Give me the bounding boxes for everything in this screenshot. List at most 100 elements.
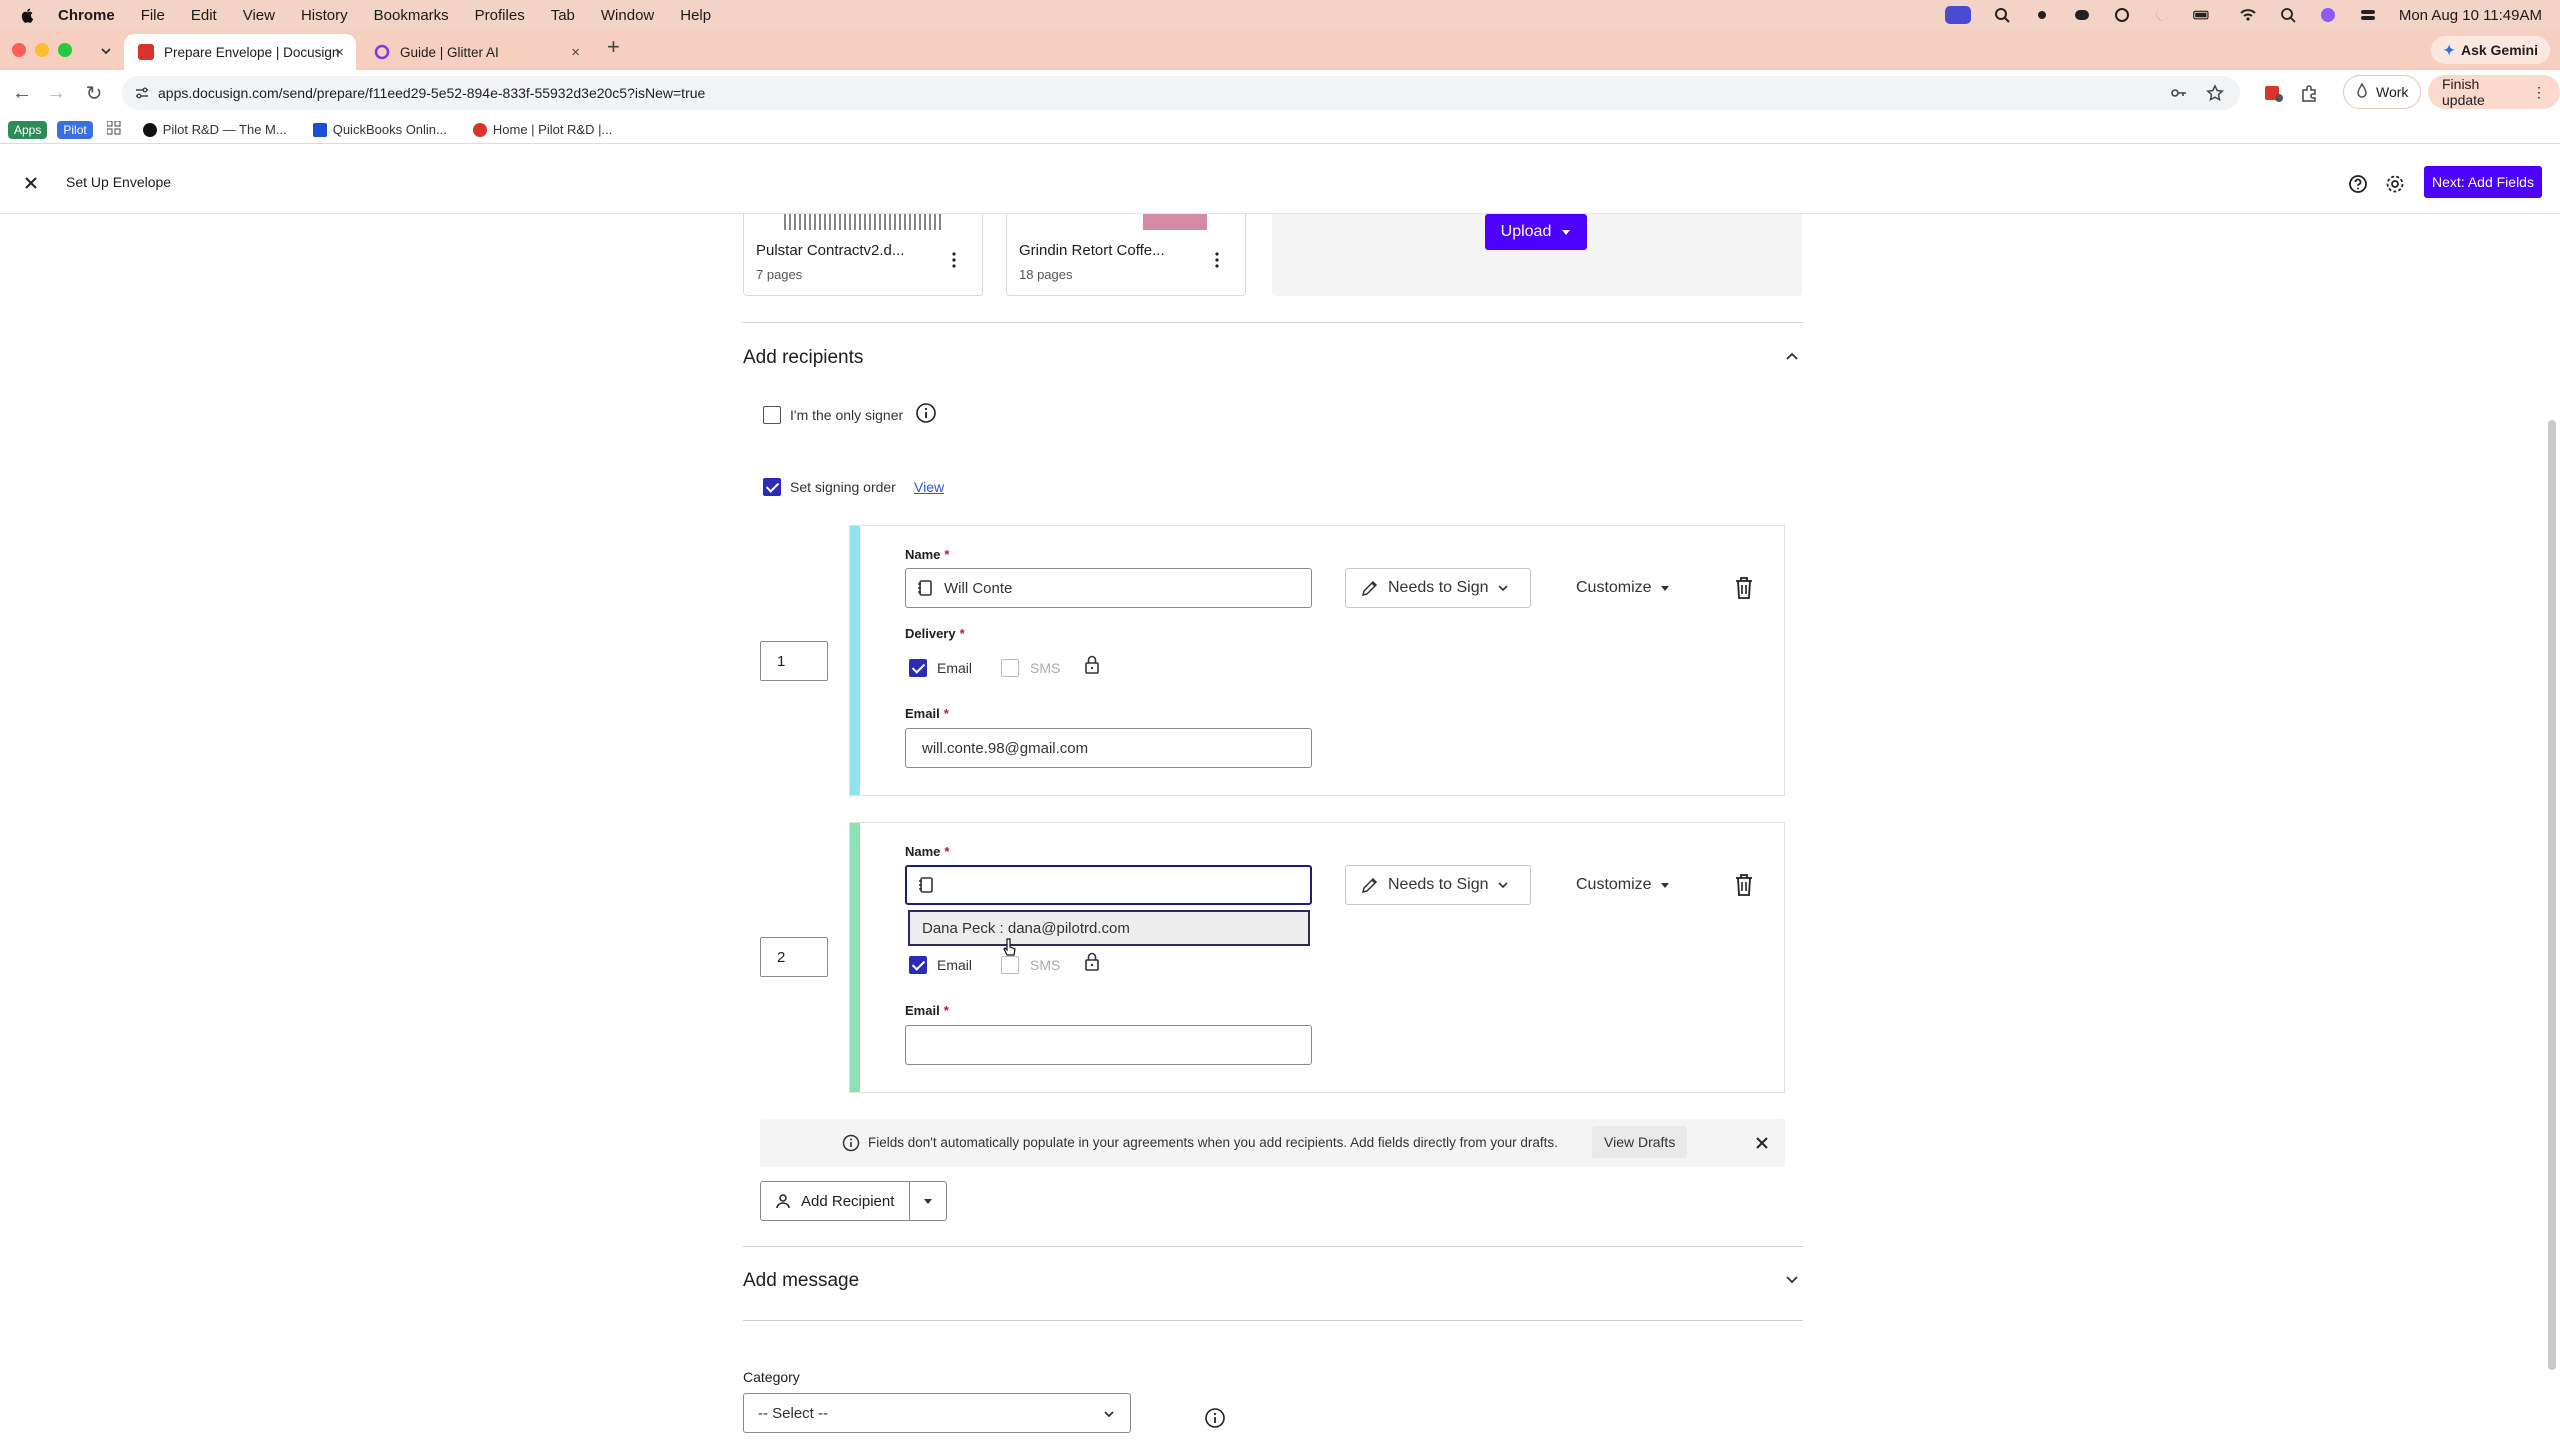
add-recipient-options-button[interactable] [909, 1181, 947, 1221]
apple-icon[interactable] [20, 7, 36, 23]
email-delivery-label: Email [937, 660, 973, 676]
gear-icon[interactable] [2384, 173, 2406, 195]
add-recipient-button[interactable]: Add Recipient [760, 1181, 910, 1221]
only-signer-checkbox[interactable] [763, 406, 781, 424]
profile-work-button[interactable]: Work [2343, 75, 2422, 109]
customize-dropdown[interactable]: Customize [1562, 568, 1692, 608]
document-card[interactable]: Grindin Retort Coffe... 18 pages [1006, 214, 1246, 296]
trash-icon[interactable] [1733, 576, 1755, 600]
extension-pdf-icon[interactable] [2261, 81, 2285, 105]
lock-icon [1085, 952, 1099, 971]
recipient-email-input[interactable] [905, 1025, 1312, 1065]
menu-bookmarks[interactable]: Bookmarks [374, 7, 449, 24]
forward-icon[interactable]: → [44, 81, 68, 105]
tab-docusign[interactable]: Prepare Envelope | Docusign × [124, 34, 356, 70]
trash-icon[interactable] [1733, 873, 1755, 897]
bookmark-star-icon[interactable] [2206, 84, 2224, 105]
contact-suggestion-item[interactable]: Dana Peck : dana@pilotrd.com [908, 910, 1310, 946]
routing-order-input[interactable]: 2 [760, 937, 828, 977]
menu-window[interactable]: Window [601, 7, 654, 24]
page-scrollbar[interactable] [2548, 420, 2556, 1370]
customize-dropdown[interactable]: Customize [1562, 865, 1692, 905]
info-icon[interactable] [915, 402, 937, 424]
recipient-name-input[interactable]: Will Conte [905, 568, 1312, 608]
sms-delivery-checkbox[interactable] [1001, 659, 1019, 677]
address-bar[interactable]: apps.docusign.com/send/prepare/f11eed29-… [122, 76, 2240, 110]
document-card[interactable]: Pulstar Contractv2.d... 7 pages [743, 214, 983, 296]
recipient-action-dropdown[interactable]: Needs to Sign [1345, 865, 1531, 905]
apps-grid-icon[interactable] [106, 120, 121, 138]
upload-button[interactable]: Upload [1485, 214, 1587, 250]
control-center-icon[interactable] [2359, 6, 2377, 24]
close-icon[interactable] [20, 172, 42, 194]
site-info-icon[interactable] [134, 85, 150, 101]
bookmark-pilot-rd[interactable]: Pilot R&D — The M... [142, 122, 287, 137]
chevron-down-icon[interactable] [1784, 1272, 1800, 1288]
view-signing-order-link[interactable]: View [914, 479, 944, 495]
recipient-action-dropdown[interactable]: Needs to Sign [1345, 568, 1531, 608]
email-delivery-checkbox[interactable] [909, 956, 927, 974]
caret-down-icon [1562, 230, 1571, 235]
search-app-icon[interactable] [1993, 6, 2011, 24]
next-add-fields-button[interactable]: Next: Add Fields [2424, 166, 2542, 198]
password-key-icon[interactable] [2170, 84, 2188, 105]
menu-extra-icon[interactable] [2073, 6, 2091, 24]
info-icon[interactable] [1204, 1407, 1226, 1429]
back-icon[interactable]: ← [10, 81, 34, 105]
finish-update-button[interactable]: Finish update ⋮ [2428, 75, 2560, 109]
bookmark-quickbooks[interactable]: QuickBooks Onlin... [312, 122, 447, 137]
help-icon[interactable] [2347, 173, 2369, 195]
tab-search-chevron-icon[interactable] [94, 39, 118, 63]
menu-profiles[interactable]: Profiles [475, 7, 525, 24]
wifi-icon[interactable] [2239, 6, 2257, 24]
contacts-icon[interactable] [917, 876, 935, 894]
tab-glitter[interactable]: Guide | Glitter AI × [360, 34, 592, 70]
new-tab-icon[interactable]: + [607, 34, 620, 60]
category-select[interactable]: -- Select -- [743, 1393, 1131, 1433]
extensions-puzzle-icon[interactable] [2297, 81, 2321, 105]
screen-mirror-icon[interactable] [1944, 6, 1971, 24]
menu-clock[interactable]: Mon Aug 10 11:49AM [2399, 7, 2542, 24]
menu-history[interactable]: History [301, 7, 348, 24]
ask-gemini-button[interactable]: ✦ Ask Gemini [2431, 36, 2550, 64]
menu-edit[interactable]: Edit [191, 7, 217, 24]
window-minimize-button[interactable] [35, 43, 49, 57]
battery-icon[interactable] [2193, 6, 2217, 24]
bookmark-pilot-home[interactable]: Home | Pilot R&D |... [472, 122, 612, 137]
contacts-icon[interactable] [916, 579, 934, 597]
close-icon[interactable] [1753, 1134, 1771, 1152]
bookmark-pilot-chip[interactable]: Pilot [57, 120, 93, 139]
view-drafts-button[interactable]: View Drafts [1592, 1126, 1688, 1158]
siri-icon[interactable] [2319, 6, 2337, 24]
add-recipients-heading[interactable]: Add recipients [743, 347, 863, 369]
more-options-icon[interactable] [952, 252, 956, 268]
window-zoom-button[interactable] [58, 43, 72, 57]
tab-close-icon[interactable]: × [571, 44, 580, 61]
signing-order-checkbox[interactable] [763, 478, 781, 496]
chevron-up-icon[interactable] [1784, 348, 1800, 364]
menu-tab[interactable]: Tab [551, 7, 575, 24]
category-label: Category [743, 1369, 800, 1385]
menu-view[interactable]: View [243, 7, 275, 24]
chevron-down-icon [1497, 882, 1508, 889]
menu-app-name[interactable]: Chrome [58, 7, 115, 24]
recipient-email-input[interactable]: will.conte.98@gmail.com [905, 728, 1312, 768]
bookmark-apps-chip[interactable]: Apps [8, 120, 48, 139]
focus-icon[interactable] [2113, 6, 2131, 24]
recipient-name-input[interactable] [905, 865, 1312, 905]
window-close-button[interactable] [12, 43, 26, 57]
brightness-icon[interactable] [2033, 6, 2051, 24]
add-message-heading[interactable]: Add message [743, 1270, 859, 1292]
routing-order-input[interactable]: 1 [760, 641, 828, 681]
more-options-icon[interactable] [1215, 252, 1219, 268]
info-banner: Fields don't automatically populate in y… [760, 1119, 1785, 1167]
reload-icon[interactable]: ↻ [82, 81, 106, 105]
spotlight-icon[interactable] [2279, 6, 2297, 24]
moon-icon[interactable] [2153, 6, 2171, 24]
menu-file[interactable]: File [141, 7, 165, 24]
profile-drop-icon [2356, 81, 2368, 102]
sms-delivery-checkbox[interactable] [1001, 956, 1019, 974]
tab-close-icon[interactable]: × [335, 44, 344, 61]
email-delivery-checkbox[interactable] [909, 659, 927, 677]
menu-help[interactable]: Help [680, 7, 711, 24]
